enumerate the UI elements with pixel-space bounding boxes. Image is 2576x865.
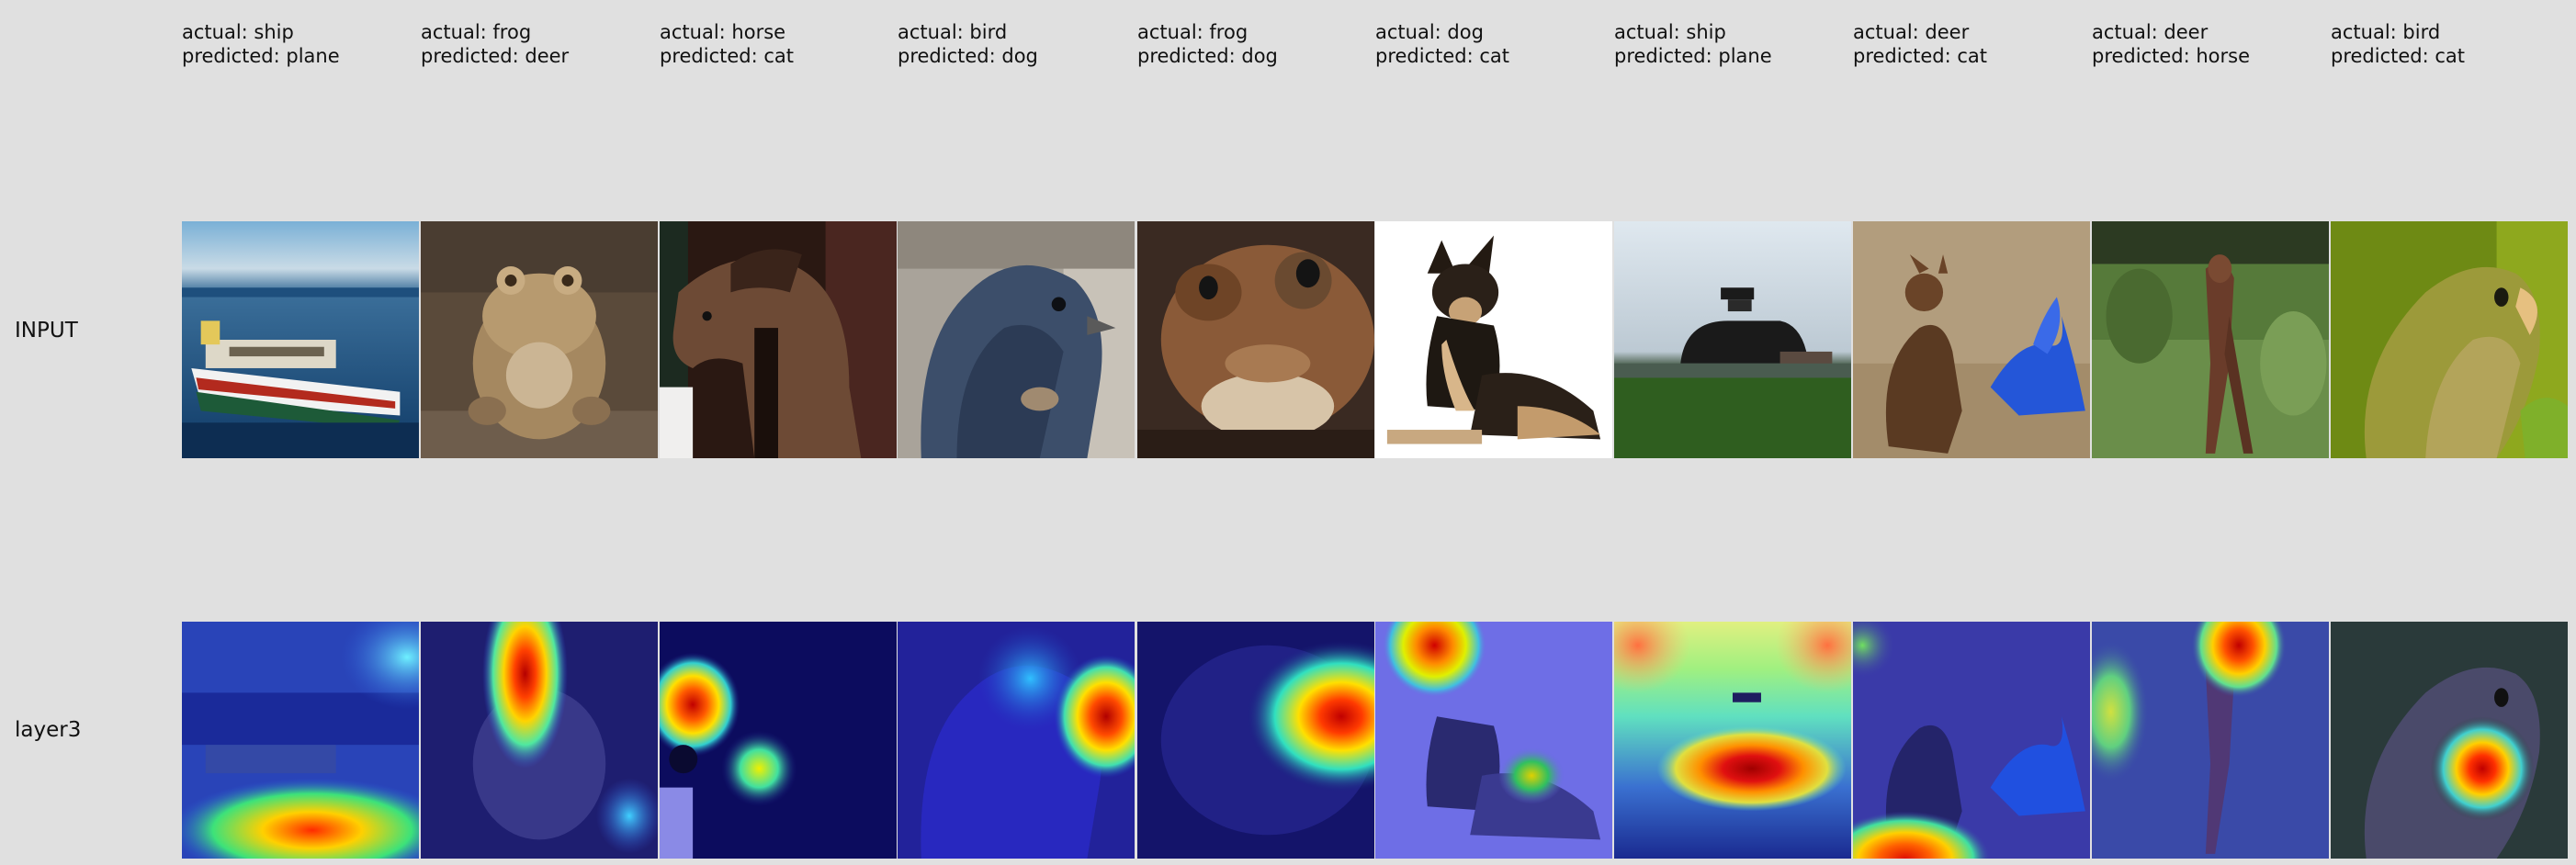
row-label-layer: layer3 [15, 718, 82, 742]
caption-actual: actual: deer [1853, 21, 1970, 43]
input-image-parrot [2331, 221, 2568, 458]
input-image-frog [421, 221, 658, 458]
input-image-deer-grass [2092, 221, 2329, 458]
caption-7: actual: ship predicted: plane [1614, 20, 1772, 68]
caption-predicted: predicted: plane [1614, 45, 1772, 67]
caption-predicted: predicted: plane [182, 45, 340, 67]
input-image-ship [182, 221, 419, 458]
caption-predicted: predicted: cat [660, 45, 795, 67]
caption-actual: actual: ship [182, 21, 294, 43]
caption-predicted: predicted: horse [2092, 45, 2251, 67]
caption-predicted: predicted: cat [1375, 45, 1510, 67]
heatmap-frog-closeup [1137, 622, 1374, 859]
caption-actual: actual: dog [1375, 21, 1484, 43]
heatmap-dog [1375, 622, 1612, 859]
caption-actual: actual: ship [1614, 21, 1726, 43]
heatmap-frog [421, 622, 658, 859]
caption-actual: actual: frog [1137, 21, 1248, 43]
caption-actual: actual: horse [660, 21, 786, 43]
heatmap-parrot [2331, 622, 2568, 859]
heatmap-deer [1853, 622, 2090, 859]
caption-8: actual: deer predicted: cat [1853, 20, 1987, 68]
input-image-dog [1375, 221, 1612, 458]
heatmap-bird [898, 622, 1135, 859]
input-image-frog-closeup [1137, 221, 1374, 458]
caption-predicted: predicted: cat [2331, 45, 2466, 67]
caption-9: actual: deer predicted: horse [2092, 20, 2250, 68]
heatmap-horse [660, 622, 897, 859]
caption-actual: actual: frog [421, 21, 532, 43]
caption-predicted: predicted: dog [1137, 45, 1278, 67]
input-image-deer [1853, 221, 2090, 458]
row-label-input: INPUT [15, 319, 78, 343]
input-image-horse [660, 221, 897, 458]
caption-3: actual: horse predicted: cat [660, 20, 794, 68]
caption-actual: actual: deer [2092, 21, 2209, 43]
caption-predicted: predicted: deer [421, 45, 570, 67]
caption-5: actual: frog predicted: dog [1137, 20, 1278, 68]
caption-10: actual: bird predicted: cat [2331, 20, 2465, 68]
caption-1: actual: ship predicted: plane [182, 20, 340, 68]
caption-actual: actual: bird [898, 21, 1008, 43]
heatmap-ship-dark [1614, 622, 1851, 859]
input-image-ship-dark [1614, 221, 1851, 458]
caption-actual: actual: bird [2331, 21, 2441, 43]
heatmap-deer-grass [2092, 622, 2329, 859]
caption-6: actual: dog predicted: cat [1375, 20, 1509, 68]
caption-predicted: predicted: cat [1853, 45, 1988, 67]
caption-2: actual: frog predicted: deer [421, 20, 569, 68]
heatmap-ship [182, 622, 419, 859]
input-image-bird [898, 221, 1135, 458]
caption-predicted: predicted: dog [898, 45, 1038, 67]
caption-4: actual: bird predicted: dog [898, 20, 1038, 68]
